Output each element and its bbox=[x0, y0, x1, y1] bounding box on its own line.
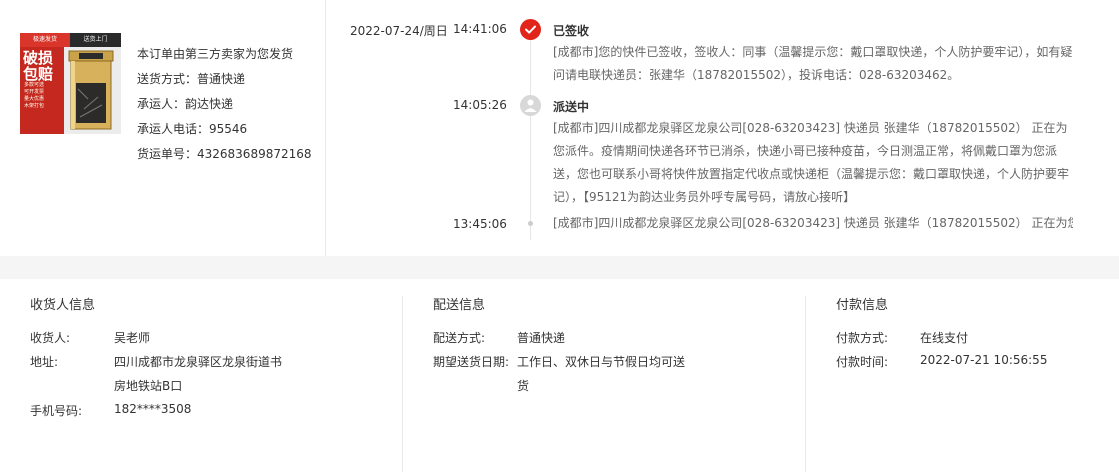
receiver-phone-label: 手机号码: bbox=[30, 404, 83, 418]
receiver-address-line1: 四川成都市龙泉驿区龙泉街道书 bbox=[114, 355, 283, 369]
product-badges: 极速发货 送货上门 bbox=[20, 33, 121, 47]
payment-title: 付款信息 bbox=[836, 298, 889, 313]
trash-bin-illustration bbox=[68, 50, 114, 130]
order-shipping-info: 本订单由第三方卖家为您发货 送货方式：普通快递 承运人：韵达快递 承运人电话：9… bbox=[137, 42, 312, 167]
delivery-date-line1: 工作日、双休日与节假日均可送 bbox=[517, 355, 686, 369]
timeline-status: 已签收 bbox=[553, 24, 590, 38]
delivery-date-label: 期望送货日期: bbox=[433, 355, 510, 369]
timeline-time: 13:45:06 bbox=[453, 217, 507, 231]
badge-door-delivery: 送货上门 bbox=[70, 33, 121, 47]
timeline-time: 14:41:06 bbox=[453, 22, 507, 36]
carrier: 承运人：韵达快递 bbox=[137, 97, 234, 111]
promo-point: 多款可选 bbox=[24, 82, 45, 88]
check-icon bbox=[520, 19, 541, 40]
delivery-title: 配送信息 bbox=[433, 298, 486, 313]
receiver-name: 吴老师 bbox=[114, 331, 151, 345]
delivery-method-label: 配送方式: bbox=[433, 331, 486, 345]
receiver-address-label: 地址: bbox=[30, 355, 59, 369]
delivery-date-line2: 货 bbox=[517, 379, 530, 393]
timeline-date: 2022-07-24/周日 bbox=[350, 24, 448, 38]
tracking-number: 货运单号：432683689872168 bbox=[137, 147, 312, 161]
carrier-phone: 承运人电话：95546 bbox=[137, 122, 248, 136]
promo-point: 量大优惠 bbox=[24, 96, 45, 102]
promo-panel: 破损包赔 多款可选 可开发票 量大优惠 木架打包 bbox=[20, 47, 64, 134]
payment-time: 2022-07-21 10:56:55 bbox=[920, 353, 1048, 367]
timeline-description: [成都市]四川成都龙泉驿区龙泉公司[028-63203423] 快递员 张建华（… bbox=[553, 216, 1073, 230]
timeline-status: 派送中 bbox=[553, 100, 590, 114]
dot-icon bbox=[528, 221, 533, 226]
receiver-info: 收货人信息 收货人: 吴老师 地址: 四川成都市龙泉驿区龙泉街道书 房地铁站B口… bbox=[30, 296, 390, 472]
badge-fast-shipping: 极速发货 bbox=[20, 33, 70, 47]
shipping-method: 送货方式：普通快递 bbox=[137, 72, 246, 86]
receiver-address-line2: 房地铁站B口 bbox=[114, 379, 183, 393]
timeline-line bbox=[530, 40, 531, 240]
delivery-info: 配送信息 配送方式: 普通快递 期望送货日期: 工作日、双休日与节假日均可送 货 bbox=[433, 296, 793, 472]
receiver-phone: 182****3508 bbox=[114, 402, 192, 416]
payment-method: 在线支付 bbox=[920, 331, 969, 345]
receiver-name-label: 收货人: bbox=[30, 331, 71, 345]
payment-time-label: 付款时间: bbox=[836, 355, 889, 369]
courier-icon bbox=[520, 95, 541, 116]
timeline-description: [成都市]您的快件已签收，签收人：同事（温馨提示您：戴口罩取快递，个人防护要牢记… bbox=[553, 45, 1073, 82]
product-thumbnail[interactable]: 极速发货 送货上门 破损包赔 多款可选 可开发票 量大优惠 木架打包 bbox=[20, 33, 121, 134]
payment-method-label: 付款方式: bbox=[836, 331, 889, 345]
section-separator bbox=[0, 256, 1119, 279]
divider bbox=[805, 296, 806, 472]
seller-note: 本订单由第三方卖家为您发货 bbox=[137, 47, 294, 61]
logistics-panel: 极速发货 送货上门 破损包赔 多款可选 可开发票 量大优惠 木架打包 本订单由第… bbox=[0, 0, 1119, 256]
divider bbox=[402, 296, 403, 472]
timeline-description: [成都市]四川成都龙泉驿区龙泉公司[028-63203423] 快递员 张建华（… bbox=[553, 121, 1070, 204]
promo-point: 木架打包 bbox=[24, 103, 45, 109]
payment-info: 付款信息 付款方式: 在线支付 付款时间: 2022-07-21 10:56:5… bbox=[836, 296, 1106, 472]
delivery-method: 普通快递 bbox=[517, 331, 566, 345]
timeline-time: 14:05:26 bbox=[453, 98, 507, 112]
divider bbox=[325, 0, 326, 256]
promo-title: 破损包赔 bbox=[23, 49, 54, 83]
receiver-title: 收货人信息 bbox=[30, 298, 96, 313]
promo-point: 可开发票 bbox=[24, 89, 45, 95]
